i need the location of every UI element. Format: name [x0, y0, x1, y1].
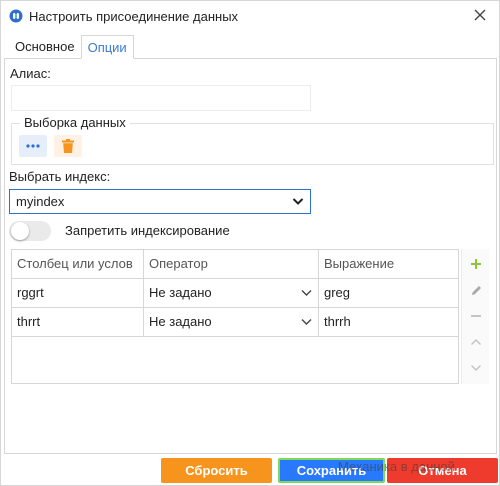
options-panel: Алиас: Выборка данных Выбрать индекс: my…: [4, 58, 497, 454]
header-operator: Оператор: [144, 250, 319, 279]
index-label: Выбрать индекс:: [9, 169, 111, 184]
row-expression-cell[interactable]: thrrh: [319, 308, 458, 337]
ellipsis-icon: [26, 144, 40, 148]
header-column: Столбец или услов: [12, 250, 144, 279]
delete-selection-button[interactable]: [54, 135, 82, 157]
row-operator-cell[interactable]: Не задано: [144, 308, 319, 337]
chevron-down-icon: [301, 290, 312, 296]
alias-input[interactable]: [11, 85, 311, 111]
alias-label: Алиас:: [10, 66, 51, 81]
table-row[interactable]: rggrt Не задано greg: [12, 279, 458, 308]
tab-bar: Основное Опции: [9, 35, 134, 59]
plus-icon: [471, 259, 481, 269]
grid-header: Столбец или услов Оператор Выражение: [12, 250, 458, 279]
pencil-icon: [471, 285, 481, 295]
chevron-down-icon: [471, 365, 481, 371]
chevron-up-icon: [471, 339, 481, 345]
table-row[interactable]: thrrt Не задано thrrh: [12, 308, 458, 337]
app-logo-icon: [9, 9, 23, 23]
header-expression: Выражение: [324, 256, 395, 271]
data-selection-group: Выборка данных: [11, 115, 494, 165]
row-column-cell[interactable]: rggrt: [12, 279, 144, 308]
row-operator-cell[interactable]: Не задано: [144, 279, 319, 308]
disable-indexing-label: Запретить индексирование: [65, 223, 230, 238]
chevron-down-icon: [301, 319, 312, 325]
trash-icon: [62, 139, 74, 153]
tab-main[interactable]: Основное: [9, 35, 81, 59]
conditions-grid: Столбец или услов Оператор Выражение rgg…: [11, 249, 459, 384]
add-row-button[interactable]: [465, 253, 487, 275]
dialog-window: Настроить присоединение данных Основное …: [0, 0, 500, 486]
more-button[interactable]: [19, 135, 47, 157]
move-down-button[interactable]: [465, 357, 487, 379]
minus-icon: [471, 315, 481, 317]
move-up-button[interactable]: [465, 331, 487, 353]
data-selection-legend: Выборка данных: [20, 115, 130, 130]
index-select-value: myindex: [16, 194, 65, 209]
save-button[interactable]: Сохранить: [278, 458, 385, 483]
index-select[interactable]: myindex: [9, 189, 311, 214]
dialog-footer: Сбросить Сохранить Отмена Механика в дан…: [1, 456, 499, 486]
remove-row-button[interactable]: [465, 305, 487, 327]
tab-options[interactable]: Опции: [80, 35, 134, 59]
chevron-down-icon: [292, 198, 304, 205]
window-title: Настроить присоединение данных: [29, 8, 239, 24]
title-bar: Настроить присоединение данных: [1, 1, 499, 31]
row-expression-cell[interactable]: greg: [319, 279, 458, 308]
row-operator-value: Не задано: [149, 314, 212, 329]
toggle-knob: [11, 222, 29, 240]
grid-action-toolbar: [461, 249, 489, 384]
reset-button[interactable]: Сбросить: [161, 458, 272, 483]
edit-row-button[interactable]: [465, 279, 487, 301]
disable-indexing-toggle[interactable]: [9, 221, 51, 241]
close-icon[interactable]: [473, 8, 487, 22]
row-operator-value: Не задано: [149, 285, 212, 300]
cancel-button[interactable]: Отмена: [387, 458, 498, 483]
row-column-cell[interactable]: thrrt: [12, 308, 144, 337]
